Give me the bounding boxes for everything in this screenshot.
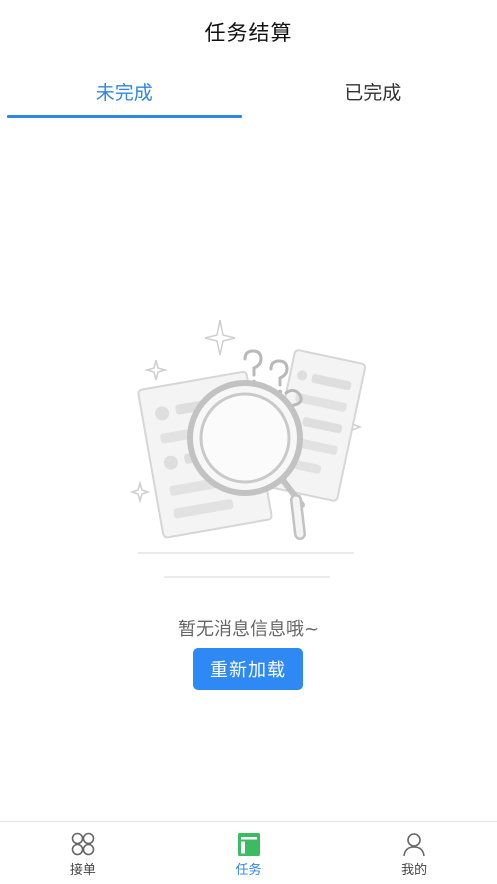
header: 任务结算 <box>0 0 497 62</box>
nav-item-tasks[interactable]: 任务 <box>166 822 332 884</box>
tab-bar: 未完成 已完成 <box>0 62 497 120</box>
nav-item-orders[interactable]: 接单 <box>0 822 166 884</box>
tab-incomplete-label: 未完成 <box>96 78 153 105</box>
grid-circles-icon <box>70 831 96 857</box>
magnifier-question-icon <box>128 315 368 590</box>
page-title: 任务结算 <box>205 17 293 47</box>
nav-label-profile: 我的 <box>401 859 427 878</box>
nav-item-profile[interactable]: 我的 <box>331 822 497 884</box>
tab-completed[interactable]: 已完成 <box>249 62 497 120</box>
tab-incomplete[interactable]: 未完成 <box>0 62 249 120</box>
tab-completed-label: 已完成 <box>344 78 401 105</box>
user-icon <box>401 831 427 857</box>
reload-button[interactable]: 重新加载 <box>193 648 303 690</box>
nav-label-tasks: 任务 <box>236 859 262 878</box>
nav-label-orders: 接单 <box>70 859 96 878</box>
tab-active-indicator <box>7 115 242 118</box>
empty-message: 暂无消息信息哦~ <box>0 615 497 641</box>
task-board-icon <box>236 831 262 857</box>
bottom-nav: 接单 任务 我的 <box>0 821 497 884</box>
